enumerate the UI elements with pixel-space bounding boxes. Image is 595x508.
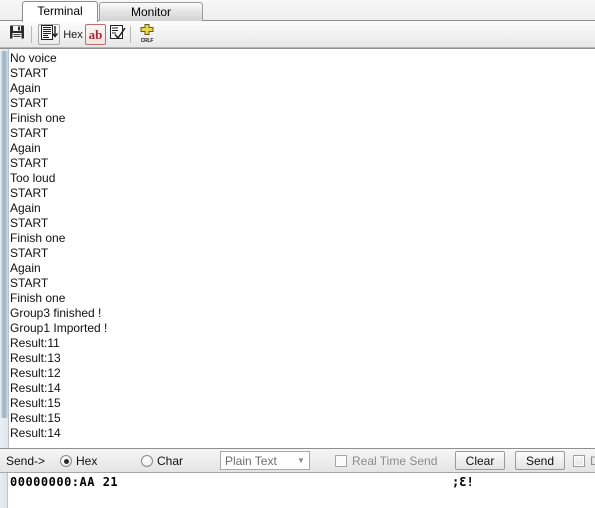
chevron-down-icon: ▼ bbox=[297, 456, 305, 465]
checkbox-real-time-send[interactable]: Real Time Send bbox=[335, 454, 437, 468]
terminal-line: Group3 finished ! bbox=[10, 306, 102, 320]
checkbox-right-option-label: D bbox=[590, 454, 595, 468]
checkbox-right-option[interactable]: D bbox=[573, 454, 595, 468]
terminal-line: Result:11 bbox=[10, 336, 60, 350]
hex-input-bytes-row: 00000000:AA 21 bbox=[10, 475, 119, 489]
radio-hex[interactable]: Hex bbox=[60, 454, 97, 468]
terminal-line: Too loud bbox=[10, 171, 56, 185]
terminal-line: START bbox=[10, 66, 49, 80]
save-button[interactable] bbox=[6, 24, 28, 45]
terminal-line: Finish one bbox=[10, 111, 66, 125]
tab-terminal-label: Terminal bbox=[37, 4, 83, 18]
send-control-bar: Send-> Hex Char Plain Text ▼ Real Time S… bbox=[0, 449, 595, 473]
edit-settings-button[interactable] bbox=[107, 24, 129, 45]
clear-button-label: Clear bbox=[465, 453, 495, 468]
terminal-line: START bbox=[10, 276, 49, 290]
terminal-vertical-scrollbar[interactable] bbox=[0, 49, 9, 448]
hex-dump-button[interactable] bbox=[38, 24, 60, 45]
terminal-line: START bbox=[10, 96, 49, 110]
radio-char-label: Char bbox=[157, 454, 184, 468]
terminal-line: Result:14 bbox=[10, 381, 61, 395]
checkbox-real-time-send-box bbox=[335, 455, 347, 467]
terminal-line: Finish one bbox=[10, 231, 66, 245]
terminal-line: START bbox=[10, 186, 49, 200]
checkbox-right-option-box bbox=[573, 455, 585, 467]
edit-check-icon bbox=[110, 24, 126, 45]
terminal-line: START bbox=[10, 126, 49, 140]
active-tab-underline-mask bbox=[23, 20, 97, 22]
terminal-line: Result:15 bbox=[10, 396, 61, 410]
checkbox-real-time-send-label: Real Time Send bbox=[352, 454, 438, 468]
tab-monitor[interactable]: Monitor bbox=[99, 2, 203, 21]
terminal-line: START bbox=[10, 156, 49, 170]
crlf-label: CRLF bbox=[140, 38, 154, 44]
terminal-line: Again bbox=[10, 81, 41, 95]
toolbar-separator-2 bbox=[130, 26, 131, 43]
radio-hex-indicator bbox=[60, 455, 72, 467]
radio-char-indicator bbox=[141, 455, 153, 467]
hex-dump-icon bbox=[40, 24, 58, 45]
toolbar-separator-1 bbox=[31, 26, 32, 43]
format-dropdown[interactable]: Plain Text ▼ bbox=[220, 451, 310, 470]
hex-input-ascii-row: ;Ɛ! bbox=[452, 475, 474, 489]
terminal-line: Finish one bbox=[10, 291, 66, 305]
terminal-line: No voice bbox=[10, 51, 57, 65]
tab-strip: Monitor Terminal bbox=[0, 0, 595, 22]
hex-input-scrollbar[interactable] bbox=[0, 473, 8, 508]
tab-terminal[interactable]: Terminal bbox=[22, 1, 98, 22]
terminal-line: Result:13 bbox=[10, 351, 61, 365]
terminal-output-area[interactable]: No voice START Again START Finish one START Ag… bbox=[0, 48, 595, 449]
terminal-line: Result:12 bbox=[10, 366, 61, 380]
terminal-line: Result:14 bbox=[10, 426, 61, 440]
hex-mode-label: Hex bbox=[63, 28, 83, 41]
terminal-log-lines: No voice START Again START Finish one START Ag… bbox=[10, 51, 593, 448]
terminal-line: Result:15 bbox=[10, 411, 61, 425]
tab-monitor-label: Monitor bbox=[130, 5, 171, 19]
terminal-scrollbar-thumb[interactable] bbox=[1, 51, 8, 419]
send-direction-label: Send-> bbox=[6, 454, 46, 468]
terminal-app-window: Monitor Terminal Hex ab CRLF No voice ST… bbox=[0, 0, 595, 508]
ascii-mode-button[interactable]: ab bbox=[85, 24, 106, 45]
radio-char[interactable]: Char bbox=[141, 454, 183, 468]
hex-send-input-area[interactable]: 00000000:AA 21 ;Ɛ! bbox=[0, 473, 595, 508]
terminal-line: Again bbox=[10, 141, 41, 155]
clear-button[interactable]: Clear bbox=[455, 451, 505, 470]
hex-mode-button[interactable]: Hex bbox=[62, 24, 84, 45]
radio-hex-label: Hex bbox=[76, 454, 98, 468]
terminal-line: Group1 Imported ! bbox=[10, 321, 108, 335]
crlf-button[interactable]: CRLF bbox=[136, 24, 158, 45]
terminal-line: Again bbox=[10, 201, 41, 215]
terminal-line: Again bbox=[10, 261, 41, 275]
send-button-label: Send bbox=[525, 453, 555, 468]
terminal-line: START bbox=[10, 246, 49, 260]
format-dropdown-value: Plain Text bbox=[225, 453, 277, 468]
terminal-line: START bbox=[10, 216, 49, 230]
ascii-mode-label: ab bbox=[88, 27, 103, 42]
send-button[interactable]: Send bbox=[515, 451, 565, 470]
toolbar: Hex ab CRLF bbox=[0, 21, 595, 48]
floppy-disk-icon bbox=[9, 24, 25, 45]
